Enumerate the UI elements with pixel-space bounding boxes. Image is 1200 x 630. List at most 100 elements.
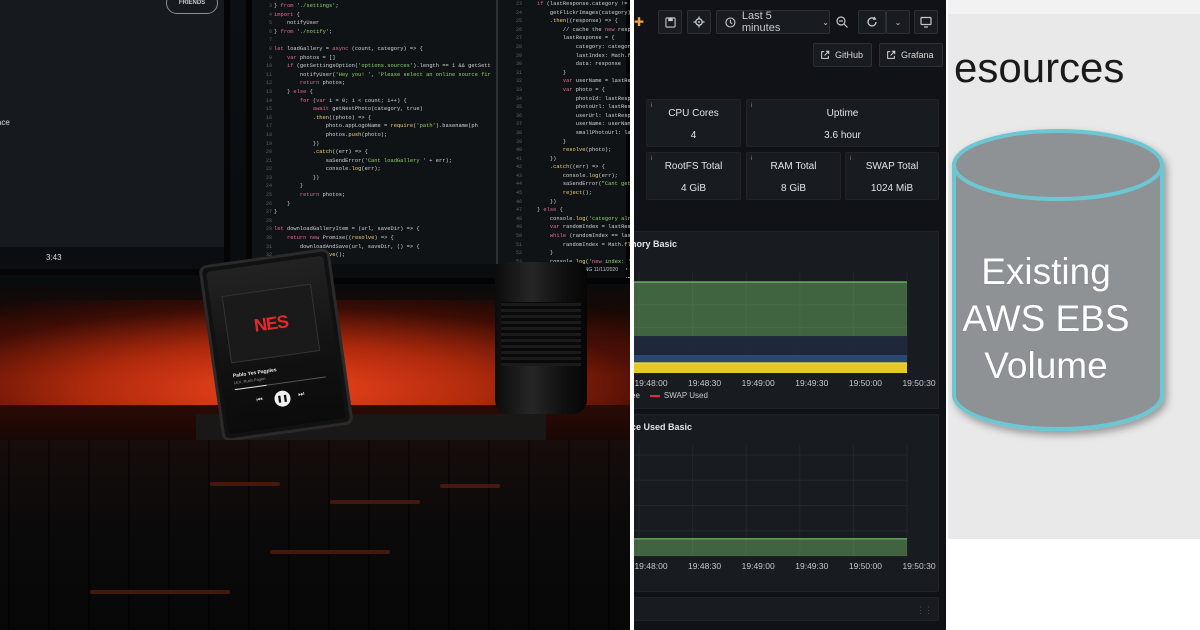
left-monitor-taskbar: 3:43 (0, 247, 224, 269)
line-number: 33 (515, 86, 522, 93)
dashboard-settings-button[interactable] (687, 10, 711, 34)
stat-panel-swap-total[interactable]: i SWAP Total 1024 MiB (845, 152, 939, 200)
line-number: 3 (268, 3, 272, 9)
line-number: 46 (515, 198, 522, 205)
disk-chart: 19:48:00 19:48:30 19:49:00 19:49:30 19:50:00… (634, 445, 936, 571)
chevron-down-icon: ⌄ (894, 17, 902, 27)
code-line: } from './settings'; (274, 3, 339, 9)
line-number: 26 (265, 200, 272, 207)
line-number: 14 (265, 97, 272, 104)
stat-value: 8 GiB (780, 183, 806, 194)
stat-value: 4 (690, 130, 697, 141)
series-area (634, 282, 907, 337)
code-line: saSendError('Cant loadGallery ' + err); (274, 157, 452, 164)
line-number: 36 (515, 112, 522, 119)
code-line: photoUrl: lastResponse.da (575, 104, 630, 111)
code-line: } else { (274, 88, 313, 95)
album-art: NES (221, 283, 321, 364)
save-icon (664, 16, 676, 28)
line-number: 12 (265, 80, 272, 87)
series-area (634, 336, 907, 356)
refresh-button[interactable] (858, 10, 886, 34)
code-line: var userName = lastResponse.data (562, 78, 630, 85)
code-line: } (274, 183, 304, 190)
desk-photo: FRIENDS s ts Face 3:43 34567891011121314… (0, 0, 630, 630)
code-line: var photo = { (562, 86, 605, 93)
line-number: 23 (515, 1, 522, 7)
memory-basic-panel[interactable]: nory Basic 19:48:00 19:48:30 19:49:00 19:49… (634, 231, 939, 409)
line-number: 52 (515, 250, 522, 257)
clock-icon (725, 16, 736, 28)
line-number: 50 (515, 233, 522, 240)
line-number: 9 (268, 54, 272, 61)
code-line: randomIndex = Math.floor(Math.rando (524, 241, 630, 248)
code-line: saSendError("Cant get pixabay (524, 181, 630, 188)
zoom-out-button[interactable] (832, 10, 852, 34)
line-number: 23 (265, 174, 272, 181)
x-tick-label: 19:49:30 (795, 561, 828, 571)
stat-title: RootFS Total (664, 161, 723, 172)
camera-lens (495, 262, 587, 414)
stat-panel-ram-total[interactable]: i RAM Total 8 GiB (746, 152, 841, 200)
code-line: var photos = [] (286, 54, 336, 61)
refresh-icon (867, 16, 877, 27)
code-line: getFlickrImages(category) (524, 9, 630, 16)
time-range-picker[interactable]: Last 5 minutes ⌄ (716, 10, 830, 34)
code-line: } (524, 250, 554, 257)
code-line: } (524, 138, 567, 145)
add-panel-icon[interactable]: ✚ (634, 10, 648, 34)
code-line: } from './notify'; (274, 28, 333, 35)
code-line: let loadGallery = async (count, category… (274, 45, 423, 52)
disk-space-used-panel[interactable]: ce Used Basic 19:48:00 19:48:30 19:49:00 19… (634, 414, 939, 592)
github-link[interactable]: GitHub (813, 43, 873, 67)
x-tick-label: 19:49:30 (795, 378, 828, 388)
external-link-icon (821, 50, 830, 59)
line-number: 25 (515, 18, 522, 25)
code-line: console.log(err); (274, 166, 381, 173)
line-number: 30 (515, 61, 522, 68)
line-number: 42 (515, 164, 522, 171)
x-tick-label: 19:49:00 (742, 561, 775, 571)
legend-swatch (649, 394, 660, 397)
code-line: }) (274, 140, 320, 147)
code-monitor: 3 4 5 6 7 8 9 10 11 12 13 14 15 16 17 18 19 20 21 22 23 24 25 2… (246, 0, 630, 284)
stat-panel-rootfs-total[interactable]: i RootFS Total 4 GiB (646, 152, 741, 200)
line-number: 29 (515, 52, 522, 59)
view-mode-button[interactable] (914, 10, 938, 34)
line-number: 5 (268, 20, 272, 27)
line-number: 27 (265, 209, 272, 216)
code-editor-pane: } from './settings'; import { notifyUser}… (274, 0, 500, 278)
drag-handle-icon[interactable]: ⋮⋮ (916, 605, 933, 616)
series-area (634, 538, 907, 556)
code-line: if (getSettingsOption('options.sources')… (286, 63, 491, 70)
x-tick-label: 19:50:30 (902, 561, 935, 571)
line-number: 24 (515, 9, 522, 16)
left-monitor: FRIENDS s ts Face 3:43 (0, 0, 230, 275)
code-line: photoId: lastResponse.da (575, 95, 630, 102)
x-tick-label: 19:48:30 (688, 561, 721, 571)
stat-title: SWAP Total (865, 161, 919, 172)
stat-panel-uptime[interactable]: i Uptime 3.6 hour (746, 99, 939, 147)
code-line: notifyUser (274, 20, 320, 27)
line-number: 28 (515, 43, 522, 50)
stat-panel-cpu-cores[interactable]: i CPU Cores 4 (646, 99, 741, 147)
save-dashboard-button[interactable] (658, 10, 682, 34)
collapsed-panel[interactable]: ⋮⋮ (634, 597, 939, 621)
ebs-volume-label: Existing AWS EBS Volume (948, 248, 1144, 389)
key-glint (440, 484, 500, 488)
key-glint (270, 550, 390, 554)
stat-value: 4 GiB (680, 183, 706, 194)
line-number: 39 (515, 138, 522, 145)
editor-split-divider (496, 0, 498, 278)
code-line: while (randomIndex == lastResponse.last (549, 233, 630, 240)
line-number: 22 (265, 166, 272, 173)
line-number: 51 (515, 241, 522, 248)
keyboard (0, 440, 630, 630)
line-number: 20 (265, 149, 272, 156)
line-numbers: 23 24 25 26 27 28 29 30 31 32 33 34 35 36 37 38 39 40 41 42… (506, 0, 522, 278)
refresh-interval-dropdown[interactable]: ⌄ (886, 10, 910, 34)
monitor-icon (920, 16, 932, 28)
line-number: 49 (515, 224, 522, 231)
grafana-link[interactable]: Grafana (879, 43, 943, 67)
chart-legend: ee SWAP Used (634, 391, 708, 400)
